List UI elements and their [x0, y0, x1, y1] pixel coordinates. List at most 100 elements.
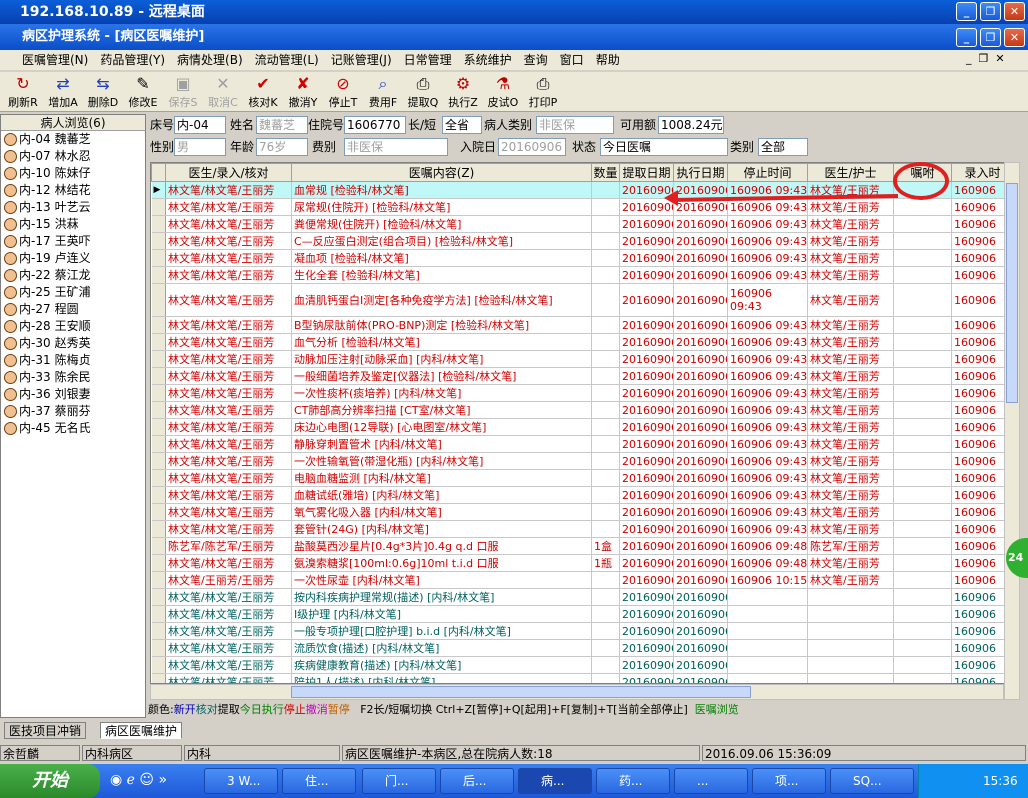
- grid-header-content[interactable]: 医嘱内容(Z): [291, 163, 592, 182]
- row-indicator[interactable]: [151, 503, 166, 521]
- patient-item[interactable]: 内-37 蔡丽芬: [1, 403, 145, 420]
- table-row[interactable]: 林文笔/林文笔/王丽芳 氧气雾化吸入器 [内科/林文笔] 20160906 20160…: [151, 503, 1014, 521]
- table-row[interactable]: 林文笔/林文笔/王丽芳 电脑血糖监测 [内科/林文笔] 20160906 201609…: [151, 469, 1014, 487]
- row-indicator[interactable]: [151, 215, 166, 233]
- patient-item[interactable]: 内-36 刘银妻: [1, 386, 145, 403]
- menu-item-drugs[interactable]: 药品管理(Y): [94, 50, 171, 70]
- row-indicator[interactable]: [151, 198, 166, 216]
- app-maximize-button[interactable]: ❐: [980, 28, 1001, 47]
- name-field[interactable]: 魏蕃芝: [256, 116, 308, 134]
- mdi-close-button[interactable]: ✕: [995, 52, 1004, 65]
- table-row[interactable]: 林文笔/林文笔/王丽芳 B型钠尿肽前体(PRO-BNP)测定 [检验科/林文笔] 2…: [151, 316, 1014, 334]
- menu-item-orders[interactable]: 医嘱管理(N): [0, 50, 94, 70]
- patient-item[interactable]: 内-45 无名氏: [1, 420, 145, 437]
- patient-item[interactable]: 内-28 王安顺: [1, 318, 145, 335]
- patient-item[interactable]: 内-10 陈妹仔: [1, 165, 145, 182]
- table-row[interactable]: 林文笔/林文笔/王丽芳 Ⅰ级护理 [内科/林文笔] 20160906 20160906…: [151, 605, 1014, 623]
- menu-item-query[interactable]: 查询: [518, 50, 554, 70]
- table-row[interactable]: 林文笔/林文笔/王丽芳 流质饮食(描述) [内科/林文笔] 20160906 2016…: [151, 639, 1014, 657]
- sex-field[interactable]: 男: [174, 138, 226, 156]
- row-indicator[interactable]: [151, 418, 166, 436]
- toolbar-add-button[interactable]: ⇄ 增加A: [44, 74, 82, 110]
- row-indicator[interactable]: [151, 232, 166, 250]
- table-row[interactable]: 林文笔/林文笔/王丽芳 陪护1人(描述) [内科/林文笔] 20160906 2016…: [151, 673, 1014, 683]
- taskbar-item[interactable]: 项...: [752, 768, 826, 794]
- toolbar-skin-test-button[interactable]: ⚗ 皮试O: [484, 74, 522, 110]
- row-indicator[interactable]: [151, 588, 166, 606]
- patient-item[interactable]: 内-30 赵秀英: [1, 335, 145, 352]
- row-indicator[interactable]: [151, 333, 166, 351]
- table-row[interactable]: 林文笔/林文笔/王丽芳 套管针(24G) [内科/林文笔] 20160906 2016…: [151, 520, 1014, 538]
- table-row[interactable]: 林文笔/王丽芳/王丽芳 一次性尿壶 [内科/林文笔] 20160906 2016090…: [151, 571, 1014, 589]
- table-row[interactable]: 林文笔/林文笔/王丽芳 按内科疾病护理常规(描述) [内科/林文笔] 2016090…: [151, 588, 1014, 606]
- vertical-scroll-thumb[interactable]: [1006, 183, 1018, 403]
- row-indicator[interactable]: [151, 469, 166, 487]
- table-row[interactable]: 林文笔/林文笔/王丽芳 血气分析 [检验科/林文笔] 20160906 2016090…: [151, 333, 1014, 351]
- menu-item-window[interactable]: 窗口: [554, 50, 590, 70]
- table-row[interactable]: 林文笔/林文笔/王丽芳 生化全套 [检验科/林文笔] 20160906 2016090…: [151, 266, 1014, 284]
- in-date-field[interactable]: 20160906: [498, 138, 566, 156]
- mdi-minimize-button[interactable]: _: [966, 52, 972, 65]
- row-indicator[interactable]: [151, 283, 166, 317]
- table-row[interactable]: 林文笔/林文笔/王丽芳 C—反应蛋白测定(组合项目) [检验科/林文笔] 20160…: [151, 232, 1014, 250]
- table-row[interactable]: 林文笔/林文笔/王丽芳 一般细菌培养及鉴定[仪器法] [检验科/林文笔] 20160…: [151, 367, 1014, 385]
- legend-browse[interactable]: 医嘱浏览: [695, 703, 739, 716]
- menu-item-flow[interactable]: 流动管理(L): [249, 50, 325, 70]
- quicklaunch-icons[interactable]: ◉ ℯ ☺ »: [110, 772, 167, 788]
- table-row[interactable]: 林文笔/林文笔/王丽芳 粪便常规(住院开) [检验科/林文笔] 20160906 20…: [151, 215, 1014, 233]
- row-indicator[interactable]: [151, 554, 166, 572]
- menu-item-help[interactable]: 帮助: [590, 50, 626, 70]
- menu-item-condition[interactable]: 病情处理(B): [171, 50, 249, 70]
- table-row[interactable]: 林文笔/林文笔/王丽芳 一次性输氧管(带湿化瓶) [内科/林文笔] 20160906…: [151, 452, 1014, 470]
- mdi-restore-button[interactable]: ❐: [979, 52, 989, 65]
- toolbar-execute-button[interactable]: ⚙ 执行Z: [444, 74, 482, 110]
- taskbar-item[interactable]: 门...: [362, 768, 436, 794]
- table-row[interactable]: 林文笔/林文笔/王丽芳 静脉穿刺置管术 [内科/林文笔] 20160906 20160…: [151, 435, 1014, 453]
- patient-item[interactable]: 内-25 王矿浦: [1, 284, 145, 301]
- patient-item[interactable]: 内-33 陈余民: [1, 369, 145, 386]
- taskbar-item[interactable]: 药...: [596, 768, 670, 794]
- table-row[interactable]: 林文笔/林文笔/王丽芳 动脉加压注射[动脉采血] [内科/林文笔] 20160906…: [151, 350, 1014, 368]
- rdp-close-button[interactable]: ✕: [1004, 2, 1025, 21]
- row-indicator[interactable]: [151, 249, 166, 267]
- grid-header-stop-time[interactable]: 停止时间: [727, 163, 808, 182]
- toolbar-fee-button[interactable]: ⌕ 费用F: [364, 74, 402, 110]
- row-indicator[interactable]: [151, 656, 166, 674]
- patient-item[interactable]: 内-27 程圆: [1, 301, 145, 318]
- app-close-button[interactable]: ✕: [1004, 28, 1025, 47]
- row-indicator[interactable]: [151, 571, 166, 589]
- toolbar-cancel-button[interactable]: ✕ 取消C: [204, 74, 242, 110]
- row-indicator[interactable]: [151, 401, 166, 419]
- table-row[interactable]: 林文笔/林文笔/王丽芳 血糖试纸(雅培) [内科/林文笔] 20160906 2016…: [151, 486, 1014, 504]
- row-indicator[interactable]: [151, 350, 166, 368]
- table-row[interactable]: 林文笔/林文笔/王丽芳 一般专项护理[口腔护理] b.i.d [内科/林文笔] 20…: [151, 622, 1014, 640]
- age-field[interactable]: 76岁: [256, 138, 308, 156]
- patient-item[interactable]: 内-17 王英吓: [1, 233, 145, 250]
- patient-type-field[interactable]: 非医保: [536, 116, 614, 134]
- toolbar-refresh-button[interactable]: ↻ 刷新R: [4, 74, 42, 110]
- grid-header-exec-date[interactable]: 执行日期: [673, 163, 728, 182]
- patient-item[interactable]: 内-04 魏蕃芝: [1, 131, 145, 148]
- table-row[interactable]: 林文笔/林文笔/王丽芳 CT肺部高分辨率扫描 [CT室/林文笔] 20160906 2…: [151, 401, 1014, 419]
- patient-item[interactable]: 内-22 蔡江龙: [1, 267, 145, 284]
- taskbar-item[interactable]: 3 W...: [204, 768, 278, 794]
- row-indicator[interactable]: [151, 367, 166, 385]
- table-row[interactable]: 陈艺军/陈艺军/王丽芳 盐酸莫西沙星片[0.4g*3片]0.4g q.d 口服 1盒…: [151, 537, 1014, 555]
- start-button[interactable]: 开始: [0, 764, 100, 798]
- row-indicator[interactable]: [151, 537, 166, 555]
- row-indicator[interactable]: [151, 622, 166, 640]
- taskbar-item[interactable]: 病...: [518, 768, 592, 794]
- row-indicator[interactable]: [151, 673, 166, 683]
- toolbar-save-button[interactable]: ▣ 保存S: [164, 74, 202, 110]
- balance-field[interactable]: 1008.24元: [658, 116, 724, 134]
- row-indicator[interactable]: [151, 639, 166, 657]
- row-indicator[interactable]: [151, 486, 166, 504]
- table-row[interactable]: 林文笔/林文笔/王丽芳 一次性痰杯(痰培养) [内科/林文笔] 20160906 20…: [151, 384, 1014, 402]
- toolbar-fetch-button[interactable]: ⎙ 提取Q: [404, 74, 442, 110]
- grid-header-fetch-date[interactable]: 提取日期: [619, 163, 674, 182]
- patient-item[interactable]: 内-15 洪菻: [1, 216, 145, 233]
- table-row[interactable]: 林文笔/林文笔/王丽芳 尿常规(住院开) [检验科/林文笔] 20160906 201…: [151, 198, 1014, 216]
- menu-item-system[interactable]: 系统维护: [458, 50, 518, 70]
- horizontal-scroll-thumb[interactable]: [291, 686, 751, 698]
- row-indicator[interactable]: [151, 384, 166, 402]
